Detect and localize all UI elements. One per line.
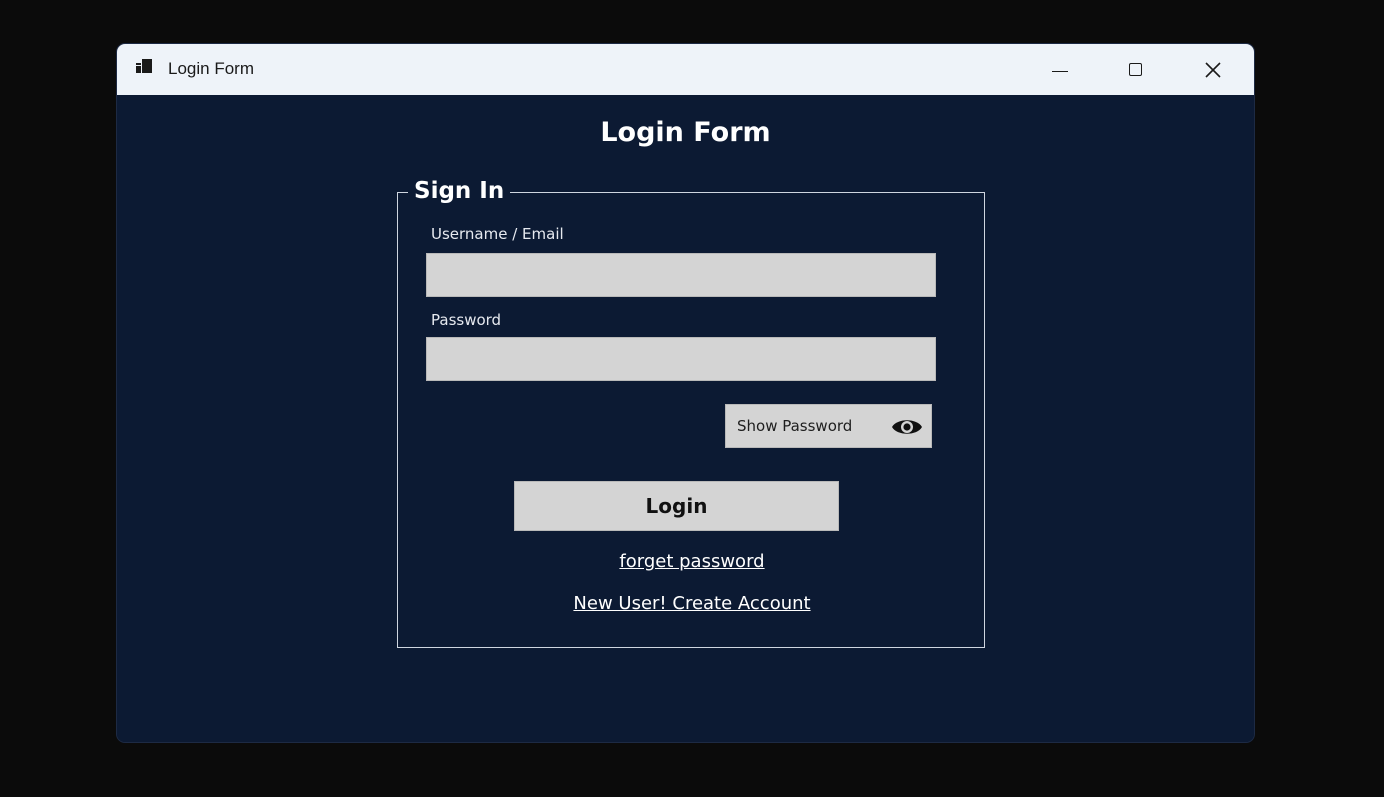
close-icon (1205, 61, 1221, 78)
form-client-area: Login Form Sign In Username / Email Pass… (117, 95, 1254, 742)
app-icon (136, 59, 153, 75)
sign-in-group: Sign In Username / Email Password Show P… (397, 178, 986, 648)
desktop: Login Form Login Form Sign In Username /… (0, 0, 1384, 797)
username-input[interactable] (426, 253, 936, 297)
maximize-button[interactable] (1105, 44, 1165, 95)
password-label: Password (431, 311, 502, 329)
login-window: Login Form Login Form Sign In Username /… (117, 44, 1254, 742)
login-button[interactable]: Login (514, 481, 839, 531)
password-input[interactable] (426, 337, 936, 381)
forget-password-link[interactable]: forget password (398, 551, 986, 572)
username-label: Username / Email (431, 225, 564, 243)
title-bar[interactable]: Login Form (117, 44, 1254, 95)
close-button[interactable] (1183, 44, 1243, 95)
create-account-link[interactable]: New User! Create Account (398, 593, 986, 614)
window-title: Login Form (168, 59, 254, 78)
show-password-button[interactable]: Show Password (725, 404, 932, 448)
maximize-icon (1128, 63, 1142, 76)
group-title: Sign In (408, 178, 511, 204)
eye-icon (892, 420, 922, 434)
minimize-button[interactable] (1030, 44, 1090, 95)
show-password-label: Show Password (737, 417, 853, 435)
page-title: Login Form (600, 117, 771, 148)
minimize-icon (1052, 70, 1068, 73)
